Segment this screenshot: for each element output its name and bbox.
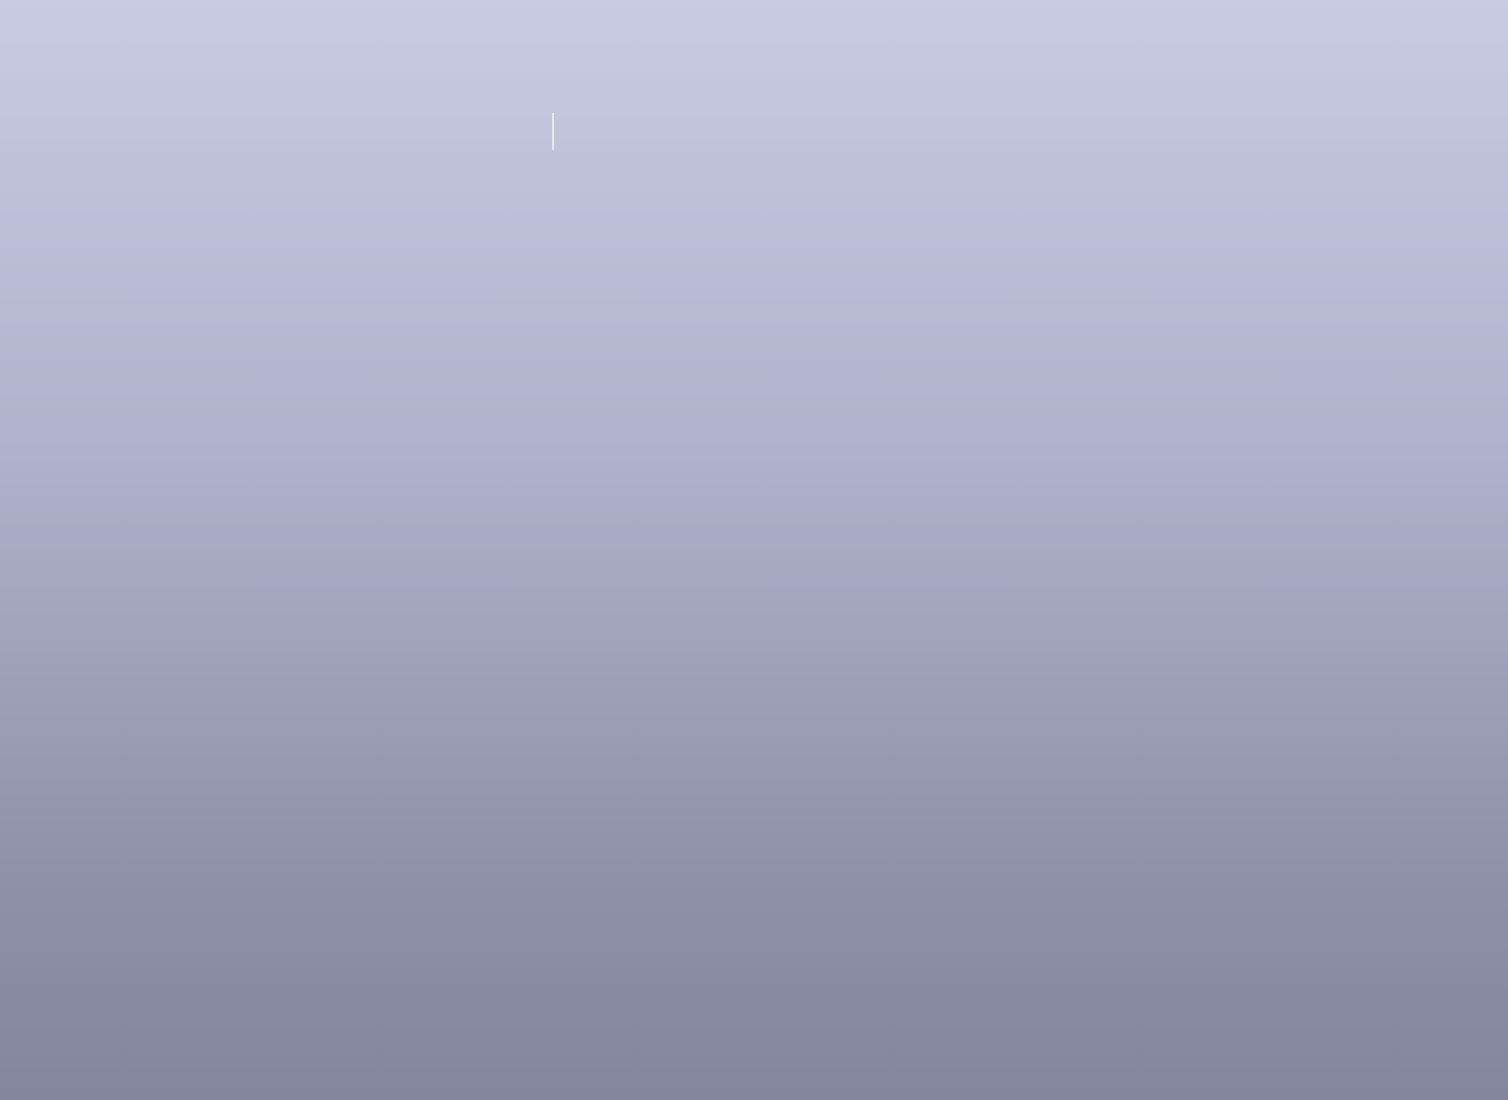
connector-pin-top-a [0, 262, 27, 289]
connector-pin-top-b [0, 397, 27, 424]
pcb-3d-view: U1YM2149FAY-3-8910Turbo Sound#1U2YM2149F… [0, 0, 1508, 1100]
connector-pin-top-a [0, 694, 27, 721]
connector-pin-top-b [0, 937, 27, 964]
connector-pin-bot-b [0, 208, 27, 235]
connector-pin-top-a [0, 370, 27, 397]
connector-pin-bot-b [0, 316, 27, 343]
connector-pin-bot-b [0, 748, 27, 775]
connector-pin-top-b [0, 289, 27, 316]
connector-pin-top-a [0, 910, 27, 937]
connector-pin-top-b [0, 505, 27, 532]
connector-pin-bot-b [0, 424, 27, 451]
pcb-board [152, 112, 1370, 1017]
connector-pin-top-b [0, 181, 27, 208]
connector-pin-bot-a [0, 235, 27, 262]
connector-pin-bot-a [0, 343, 27, 370]
connector-pin-top-b [0, 721, 27, 748]
connector-pin-bot-a [0, 883, 27, 910]
connector-pin-bot-b [0, 856, 27, 883]
connector-pin-top-a [0, 586, 27, 613]
connector-pin-bot-a [0, 775, 27, 802]
connector-pin-top-a [0, 478, 27, 505]
connector-pin-top-a [0, 1018, 27, 1045]
connector-pin-top-b [0, 1045, 27, 1072]
connector-pin-bot-a [0, 559, 27, 586]
connector-pin-top-b [0, 613, 27, 640]
connector-pin-top-a [0, 154, 27, 181]
connector-pin-bot-b [0, 964, 27, 991]
connector-pin-bot-a [0, 991, 27, 1018]
connector-pin-bot-b [0, 532, 27, 559]
connector-pin-bot-a [0, 667, 27, 694]
connector-pin-top-b [0, 829, 27, 856]
connector-pin-bot-b [0, 1072, 27, 1099]
connector-pin-top-a [0, 802, 27, 829]
connector-pin-bot-b [0, 640, 27, 667]
connector-pin-bot-a [0, 451, 27, 478]
